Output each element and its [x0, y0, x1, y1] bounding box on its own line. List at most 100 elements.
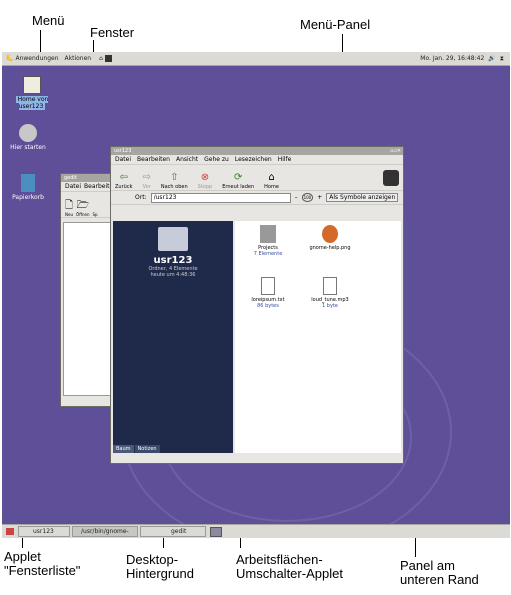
file-manager-window[interactable]: usr123 ▫▫✕ Datei Bearbeiten Ansicht Gehe …	[110, 146, 404, 464]
reload-label: Erneut laden	[222, 184, 255, 190]
up-button[interactable]: ⇧ Nach oben	[161, 172, 188, 190]
new-file-icon: 🗋	[65, 200, 74, 211]
gedit-window[interactable]: gedit Datei Bearbeite 🗋 Neu 🗁 Öffnen Sp	[60, 173, 116, 407]
start-here-icon	[19, 124, 37, 142]
desktop-icon-label: Papierkorb	[12, 194, 44, 201]
file-sub: 7 Elemente	[253, 251, 283, 257]
back-button[interactable]: ⇦ Zurück	[115, 172, 132, 190]
gedit-title: gedit	[64, 175, 77, 181]
desktop-icon-trash[interactable]: Papierkorb	[2, 174, 58, 201]
home-folder-icon	[23, 76, 41, 94]
location-input[interactable]	[150, 192, 291, 203]
file-name: gnome-help.png	[309, 245, 351, 251]
desktop-icon-label: Hier starten	[10, 144, 46, 151]
callout-bottom-panel: Panel am unteren Rand	[400, 558, 479, 587]
applications-menu[interactable]: 🦶 Anwendungen	[6, 55, 59, 62]
volume-icon[interactable]: 🔊	[488, 55, 495, 62]
menu-edit[interactable]: Bearbeiten	[137, 156, 170, 163]
side-folder-date: heute um 4:48:36	[150, 272, 196, 278]
stop-button[interactable]: ⊗ Stopp	[198, 172, 213, 190]
stop-icon: ⊗	[200, 172, 210, 183]
gedit-titlebar[interactable]: gedit	[61, 174, 115, 182]
forward-label: Vor	[142, 184, 151, 190]
show-desktop-icon[interactable]	[6, 528, 14, 535]
file-manager-title: usr123	[114, 148, 132, 154]
reload-icon: ⟳	[233, 172, 243, 183]
callout-workspace-switcher: Arbeitsflächen-Umschalter-Applet	[236, 552, 343, 581]
zoom-level[interactable]: 100	[301, 193, 314, 202]
actions-menu[interactable]: Aktionen	[65, 55, 92, 62]
callout-window: Fenster	[90, 25, 135, 40]
side-folder-name: usr123	[153, 255, 193, 266]
window-list-task[interactable]: /usr/bin/gnome-panel-	[72, 526, 138, 537]
clock[interactable]: Mo. Jan. 29, 16:48:42	[420, 55, 484, 62]
hourglass-icon: ⧗	[499, 54, 504, 62]
callout-menu: Menü	[32, 13, 65, 28]
applications-label: Anwendungen	[15, 55, 59, 62]
gedit-new-button[interactable]: 🗋 Neu	[65, 200, 73, 217]
desktop-icon-start-here[interactable]: Hier starten	[2, 124, 58, 151]
menu-view[interactable]: Ansicht	[176, 156, 198, 163]
forward-button[interactable]: ⇨ Vor	[142, 172, 150, 190]
desktop-icon-home[interactable]: Home von user123	[2, 76, 62, 110]
window-list-task[interactable]: usr123	[18, 526, 70, 537]
gedit-open-button[interactable]: 🗁 Öffnen	[76, 200, 89, 217]
menu-bookmarks[interactable]: Lesezeichen	[235, 156, 272, 163]
arrow-right-icon: ⇨	[142, 172, 151, 183]
gedit-open-label: Öffnen	[76, 212, 90, 217]
home-button[interactable]: ⌂ Home	[264, 172, 279, 190]
workspace-5[interactable]	[210, 527, 222, 537]
stop-label: Stopp	[197, 184, 213, 190]
tab-tree[interactable]: Baum	[113, 445, 134, 453]
gedit-new-label: Neu	[65, 212, 74, 217]
arrow-up-icon: ⇧	[170, 172, 179, 183]
terminal-launcher-icon[interactable]	[104, 55, 112, 62]
task-label: gedit	[171, 528, 187, 535]
up-label: Nach oben	[160, 184, 188, 190]
zoom-in-icon[interactable]: +	[317, 194, 322, 201]
gedit-text-area[interactable]	[63, 222, 113, 396]
bottom-panel: usr123 /usr/bin/gnome-panel- gedit	[2, 524, 510, 538]
foot-icon: 🦶	[6, 55, 14, 62]
launcher-icons[interactable]: ⌂	[99, 55, 112, 62]
image-file-icon	[322, 225, 338, 243]
callout-menu-panel: Menü-Panel	[300, 17, 371, 32]
callout-window-list-applet: Applet "Fensterliste"	[4, 549, 81, 578]
side-pane: usr123 Ordner, 4 Elemente heute um 4:48:…	[113, 221, 233, 453]
text-file-icon	[261, 277, 275, 295]
file-manager-titlebar[interactable]: usr123 ▫▫✕	[111, 147, 403, 155]
zoom-out-icon[interactable]: –	[295, 194, 298, 201]
menu-file[interactable]: Datei	[115, 156, 131, 163]
desktop-icon-label: Home von user123	[15, 96, 49, 110]
back-label: Zurück	[115, 184, 133, 190]
top-panel: 🦶 Anwendungen Aktionen ⌂ Mo. Jan. 29, 16:…	[2, 52, 510, 66]
gedit-save-label: Sp	[92, 212, 98, 217]
file-item[interactable]: gnome-help.png	[305, 225, 355, 251]
gedit-save-button[interactable]: Sp	[92, 212, 97, 217]
file-view[interactable]: Projects 7 Elemente gnome-help.png loreip…	[235, 221, 401, 453]
location-label: Ort:	[135, 194, 147, 201]
menu-go[interactable]: Gehe zu	[204, 156, 229, 163]
file-item[interactable]: loreipsum.txt 86 bytes	[243, 277, 293, 309]
gedit-menu-edit[interactable]: Bearbeite	[84, 183, 113, 190]
tab-notes[interactable]: Notizen	[134, 445, 160, 453]
file-item[interactable]: Projects 7 Elemente	[243, 225, 293, 257]
file-item[interactable]: loud_tune.mp3 1 byte	[305, 277, 355, 309]
desktop-background[interactable]: 🦶 Anwendungen Aktionen ⌂ Mo. Jan. 29, 16:…	[2, 52, 510, 538]
view-mode-select[interactable]: Als Symbole anzeigen	[326, 193, 399, 202]
audio-file-icon	[323, 277, 337, 295]
reload-button[interactable]: ⟳ Erneut laden	[222, 172, 254, 190]
window-list-task[interactable]: gedit	[140, 526, 206, 537]
task-label: usr123	[33, 528, 54, 535]
gedit-menu-file[interactable]: Datei	[65, 183, 81, 190]
window-controls[interactable]: ▫▫✕	[390, 147, 401, 155]
trash-icon	[21, 174, 35, 192]
file-sub: 1 byte	[322, 303, 338, 309]
folder-icon	[260, 225, 276, 243]
home-label: Home	[264, 184, 279, 190]
open-folder-icon: 🗁	[76, 200, 89, 211]
menu-help[interactable]: Hilfe	[278, 156, 292, 163]
home-launcher-icon[interactable]: ⌂	[99, 55, 103, 62]
task-label: /usr/bin/gnome-panel-	[81, 528, 129, 535]
callout-desktop-background: Desktop-Hintergrund	[126, 552, 194, 581]
